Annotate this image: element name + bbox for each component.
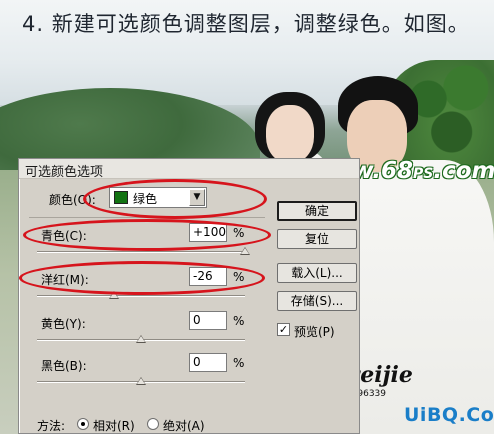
dialog-titlebar[interactable]: 可选颜色选项 xyxy=(19,159,359,180)
reset-button[interactable]: 复位 xyxy=(277,229,357,249)
yellow-input[interactable]: 0 xyxy=(189,311,227,330)
annotation-ring-color xyxy=(83,179,267,219)
bride-face xyxy=(266,105,314,163)
load-button[interactable]: 载入(L)... xyxy=(277,263,357,283)
preview-label: 预览(P) xyxy=(294,325,335,339)
yellow-percent: % xyxy=(233,314,245,328)
method-label: 方法: xyxy=(37,419,66,433)
cyan-slider-track[interactable] xyxy=(37,251,245,253)
tutorial-caption: 4. 新建可选颜色调整图层，调整绿色。如图。 xyxy=(22,12,470,36)
annotation-ring-magenta xyxy=(19,261,265,295)
watermark-tail: .com xyxy=(433,158,494,184)
yellow-label: 黄色(Y): xyxy=(41,317,86,331)
black-input[interactable]: 0 xyxy=(189,353,227,372)
relative-label: 相对(R) xyxy=(93,419,135,433)
black-slider-thumb[interactable] xyxy=(136,377,146,385)
cyan-slider-thumb[interactable] xyxy=(240,247,250,255)
preview-checkbox[interactable]: ✓ xyxy=(277,323,290,336)
watermark-ps: PS xyxy=(413,166,434,182)
checkmark-icon: ✓ xyxy=(278,323,289,336)
selective-color-dialog: 可选颜色选项 颜色(O): 绿色 ▼ 青色(C): +100 % 洋红(M): … xyxy=(18,158,360,434)
absolute-radio[interactable] xyxy=(147,418,159,430)
yellow-slider-thumb[interactable] xyxy=(136,335,146,343)
save-button[interactable]: 存储(S)... xyxy=(277,291,357,311)
absolute-label: 绝对(A) xyxy=(163,419,205,433)
site-badge: UiBQ.CoM xyxy=(404,404,494,426)
ok-button[interactable]: 确定 xyxy=(277,201,357,221)
black-label: 黑色(B): xyxy=(41,359,87,373)
magenta-slider-track[interactable] xyxy=(37,295,245,297)
black-percent: % xyxy=(233,356,245,370)
annotation-ring-cyan xyxy=(23,219,271,251)
dialog-title: 可选颜色选项 xyxy=(25,165,104,180)
relative-radio[interactable] xyxy=(77,418,89,430)
